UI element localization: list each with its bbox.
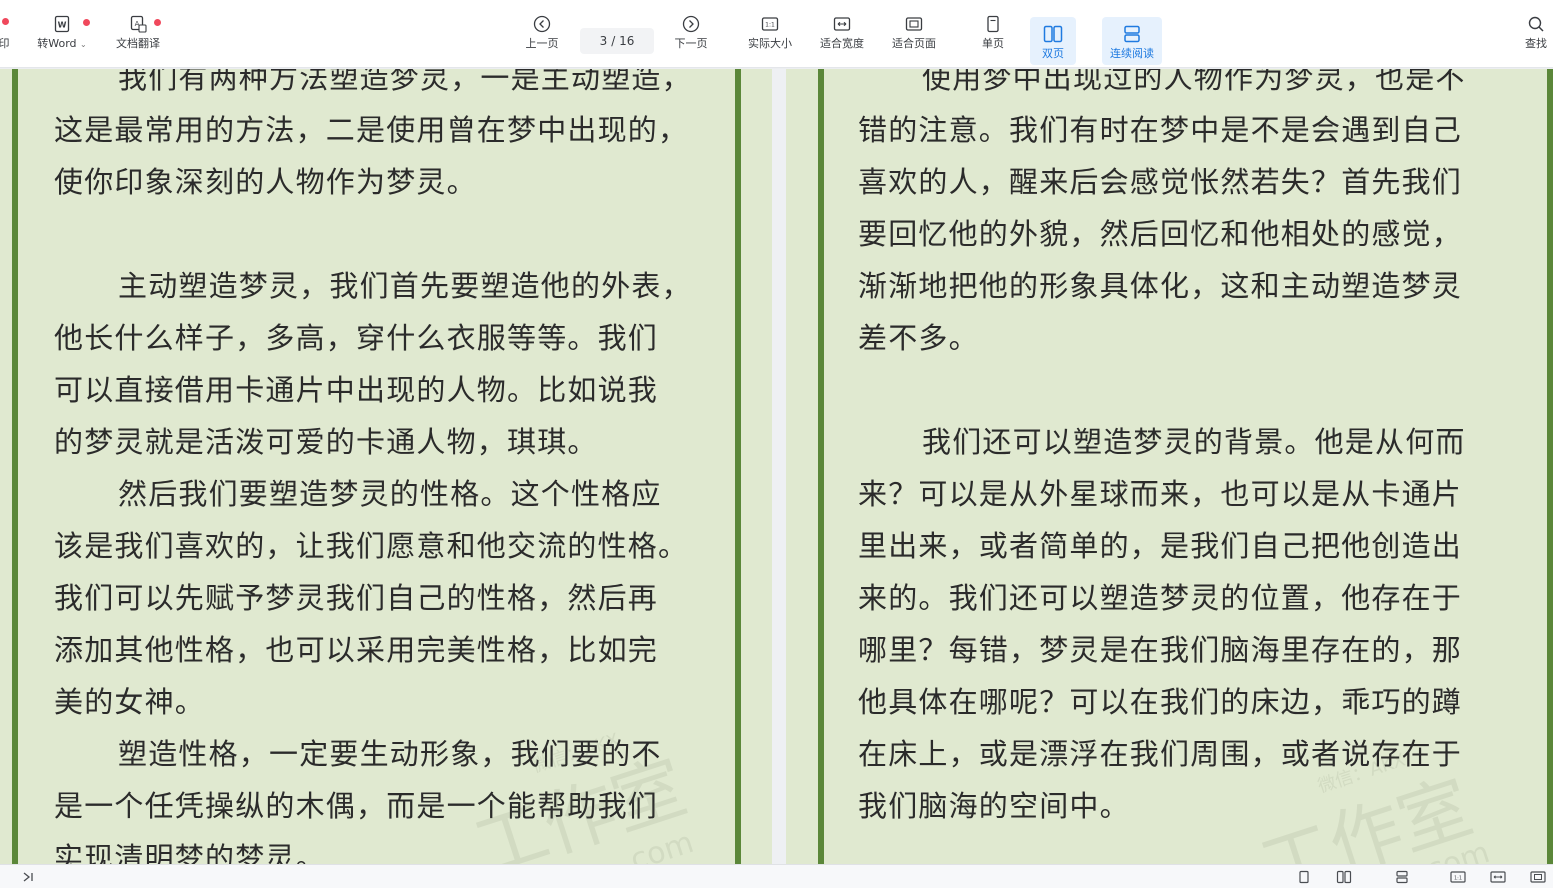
text-line: 里出来，或者简单的，是我们自己把他创造出 — [858, 529, 1463, 563]
text-line: 可以直接借用卡通片中出现的人物。比如说我 — [54, 373, 659, 407]
notification-dot — [2, 18, 9, 25]
word-document-icon: W — [52, 14, 72, 34]
text-line: 添加其他性格，也可以采用完美性格，比如完 — [54, 633, 659, 667]
fit-width-icon[interactable] — [1490, 869, 1506, 885]
double-page-label: 双页 — [1042, 47, 1064, 60]
text-line: 渐渐地把他的形象具体化，这和主动塑造梦灵 — [858, 269, 1463, 303]
svg-text:1:1: 1:1 — [765, 22, 775, 29]
page-number-field[interactable]: 3 / 16 — [580, 28, 654, 54]
pdf-reader-window: 印 W 转Word ⌄ A 文档翻译 上一页 3 / 16 下一页 1:1 实际… — [0, 0, 1553, 888]
text-line: 喜欢的人，醒来后会感觉怅然若失？首先我们 — [858, 165, 1463, 199]
prev-page-label: 上一页 — [525, 37, 559, 50]
translate-label: 文档翻译 — [116, 37, 160, 50]
top-toolbar: 印 W 转Word ⌄ A 文档翻译 上一页 3 / 16 下一页 1:1 实际… — [0, 0, 1553, 68]
double-page-view-icon[interactable] — [1336, 869, 1352, 885]
expand-sidebar-icon[interactable] — [20, 869, 36, 885]
text-line: 我们脑海的空间中。 — [858, 789, 1130, 823]
fit-width-label: 适合宽度 — [820, 37, 864, 50]
document-view[interactable]: 我们有两种方法塑造梦灵，一是主动塑造， 这是最常用的方法，二是使用曾在梦中出现的，… — [0, 69, 1553, 864]
single-page-button[interactable]: 单页 — [970, 14, 1016, 64]
page-text-block: 我们有两种方法塑造梦灵，一是主动塑造， 这是最常用的方法，二是使用曾在梦中出现的，… — [54, 69, 692, 864]
single-page-label: 单页 — [982, 37, 1004, 50]
fit-page-button[interactable]: 适合页面 — [886, 14, 942, 64]
fit-width-button[interactable]: 适合宽度 — [814, 14, 870, 64]
continuous-reading-label: 连续阅读 — [1110, 47, 1154, 60]
single-page-view-icon[interactable] — [1296, 869, 1312, 885]
search-icon — [1526, 14, 1546, 34]
double-page-icon — [1043, 24, 1063, 44]
watermark-text: com — [1422, 834, 1494, 864]
text-line: 我们可以先赋予梦灵我们自己的性格，然后再 — [54, 581, 659, 615]
text-line: 是一个任凭操纵的木偶，而是一个能帮助我们 — [54, 789, 659, 823]
text-line — [54, 208, 692, 260]
fit-page-label: 适合页面 — [892, 37, 936, 50]
text-line: 差不多。 — [858, 321, 979, 355]
svg-text:W: W — [58, 21, 67, 30]
document-page-right: 使用梦中出现过的人物作为梦灵，也是不错的注意。我们有时在梦中是不是会遇到自己 喜欢… — [786, 69, 1553, 864]
text-line: 的梦灵就是活泼可爱的卡通人物，琪琪。 — [54, 425, 598, 459]
text-line: 我们还可以塑造梦灵的背景。他是从何而 — [922, 425, 1466, 459]
page-border-bar — [1547, 69, 1553, 864]
text-line: 这是最常用的方法，二是使用曾在梦中出现的， — [54, 113, 689, 147]
continuous-reading-icon — [1122, 24, 1142, 44]
total-pages: / 16 — [611, 34, 635, 48]
text-line: 来？可以是从外星球而来，也可以是从卡通片 — [858, 477, 1463, 511]
search-button[interactable]: 查找 — [1518, 14, 1553, 64]
fit-width-icon — [832, 14, 852, 34]
text-line: 美的女神。 — [54, 685, 206, 719]
continuous-view-icon[interactable] — [1394, 869, 1410, 885]
text-line: 实现清明梦的梦灵。 — [54, 841, 326, 864]
single-page-icon — [983, 14, 1003, 34]
text-line: 塑造性格，一定要生动形象，我们要的不 — [118, 737, 662, 771]
text-line: 使用梦中出现过的人物作为梦灵，也是不 — [922, 69, 1466, 95]
actual-size-icon[interactable]: 1:1 — [1450, 869, 1466, 885]
svg-text:1:1: 1:1 — [1454, 876, 1462, 882]
continuous-reading-button[interactable]: 连续阅读 — [1102, 17, 1162, 65]
notification-dot — [83, 19, 90, 26]
bottom-status-bar: 1:1 — [0, 864, 1553, 888]
to-word-label: 转Word — [37, 37, 77, 50]
translate-document-icon: A — [128, 14, 148, 34]
next-page-label: 下一页 — [674, 37, 708, 50]
next-page-button[interactable]: 下一页 — [667, 14, 715, 64]
text-line: 主动塑造梦灵，我们首先要塑造他的外表， — [118, 269, 692, 303]
double-page-button[interactable]: 双页 — [1030, 17, 1076, 65]
page-border-bar — [12, 69, 18, 864]
prev-page-button[interactable]: 上一页 — [518, 14, 566, 64]
text-line: 我们有两种方法塑造梦灵，一是主动塑造， — [118, 69, 692, 95]
text-line: 然后我们要塑造梦灵的性格。这个性格应 — [118, 477, 662, 511]
current-page: 3 — [599, 34, 608, 48]
text-line: 他具体在哪呢？可以在我们的床边，乖巧的蹲 — [858, 685, 1463, 719]
text-line: 哪里？每错，梦灵是在我们脑海里存在的，那 — [858, 633, 1463, 667]
page-text-block: 使用梦中出现过的人物作为梦灵，也是不错的注意。我们有时在梦中是不是会遇到自己 喜欢… — [858, 69, 1466, 832]
text-line: 在床上，或是漂浮在我们周围，或者说存在于 — [858, 737, 1463, 771]
text-line — [858, 364, 1466, 416]
text-line: 来的。我们还可以塑造梦灵的位置，他存在于 — [858, 581, 1463, 615]
notification-dot — [154, 19, 161, 26]
search-label: 查找 — [1525, 37, 1547, 50]
chevron-left-circle-icon — [532, 14, 552, 34]
actual-size-button[interactable]: 1:1 实际大小 — [742, 14, 798, 64]
chevron-down-icon: ⌄ — [80, 40, 87, 49]
actual-size-icon: 1:1 — [760, 14, 780, 34]
page-border-bar — [818, 69, 824, 864]
page-border-bar — [735, 69, 741, 864]
text-line: 要回忆他的外貌，然后回忆和他相处的感觉， — [858, 217, 1463, 251]
actual-size-label: 实际大小 — [748, 37, 792, 50]
text-line: 该是我们喜欢的，让我们愿意和他交流的性格。 — [54, 529, 689, 563]
fit-page-icon — [904, 14, 924, 34]
print-label: 印 — [0, 37, 10, 50]
chevron-right-circle-icon — [681, 14, 701, 34]
document-page-left: 我们有两种方法塑造梦灵，一是主动塑造， 这是最常用的方法，二是使用曾在梦中出现的，… — [0, 69, 772, 864]
text-line: 他长什么样子，多高，穿什么衣服等等。我们 — [54, 321, 659, 355]
text-line: 错的注意。我们有时在梦中是不是会遇到自己 — [858, 113, 1463, 147]
text-line: 使你印象深刻的人物作为梦灵。 — [54, 165, 477, 199]
fit-page-icon[interactable] — [1530, 869, 1546, 885]
